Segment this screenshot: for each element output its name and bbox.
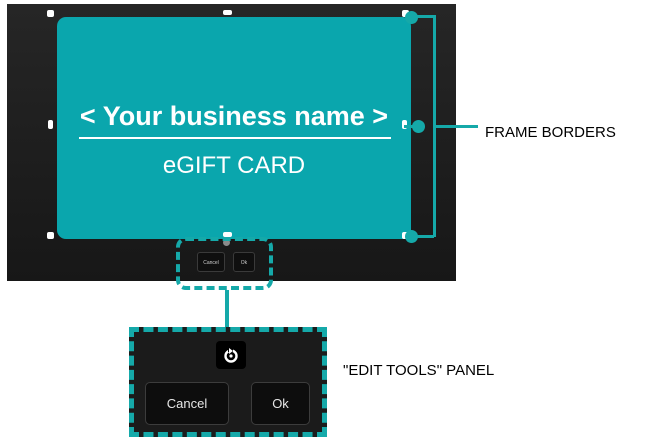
rotate-button[interactable] (216, 341, 246, 369)
gift-card-preview[interactable]: < Your business name > eGIFT CARD (57, 17, 411, 239)
card-divider (79, 137, 391, 139)
bracket-dot-middle (412, 120, 425, 133)
bracket-dot-bottom (405, 230, 418, 243)
bracket-dot-top (405, 11, 418, 24)
card-title: < Your business name > (79, 101, 389, 131)
resize-handle-left[interactable] (48, 120, 53, 129)
resize-handle-top-left[interactable] (47, 10, 54, 17)
frame-label-pointer (436, 125, 478, 128)
frame-borders-label: FRAME BORDERS (485, 124, 616, 141)
resize-handle-bottom-left[interactable] (47, 232, 54, 239)
edit-tools-highlight (176, 237, 273, 290)
edit-tools-panel-label: "EDIT TOOLS" PANEL (343, 362, 495, 379)
edit-tools-panel: Cancel Ok (129, 327, 327, 437)
connector-line (225, 290, 229, 327)
cancel-button[interactable]: Cancel (145, 382, 229, 425)
card-subtitle: eGIFT CARD (162, 152, 306, 179)
ok-button[interactable]: Ok (251, 382, 310, 425)
resize-handle-top[interactable] (223, 10, 232, 15)
rotate-icon (224, 347, 238, 363)
